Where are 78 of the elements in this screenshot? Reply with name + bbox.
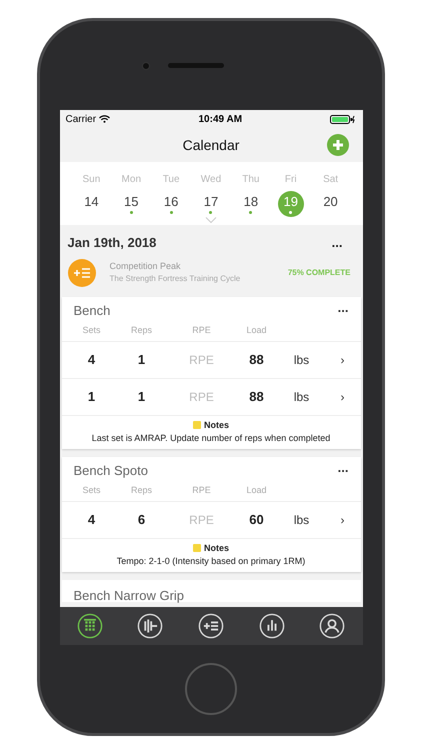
unit-label: lbs bbox=[294, 352, 310, 368]
date-cell[interactable]: 20 bbox=[318, 191, 344, 217]
chevron: › bbox=[340, 512, 346, 528]
load-value: 60 bbox=[249, 510, 264, 529]
program-icon bbox=[68, 258, 96, 286]
camera-icon bbox=[142, 62, 150, 70]
column-header: Load bbox=[246, 324, 267, 337]
load-value: 88 bbox=[249, 350, 264, 369]
programs-icon bbox=[198, 613, 224, 639]
program-name: Competition Peak bbox=[110, 260, 182, 273]
column-header: Sets bbox=[82, 324, 100, 337]
exercise-name: Bench bbox=[74, 302, 110, 320]
calendar-tab[interactable] bbox=[76, 613, 103, 639]
unit-label: lbs bbox=[294, 512, 310, 528]
calendar-icon bbox=[76, 613, 103, 639]
date-cell[interactable]: 14 bbox=[78, 191, 104, 217]
battery-icon bbox=[330, 114, 356, 124]
notes-label: Notes bbox=[204, 418, 229, 432]
column-header: Reps bbox=[130, 324, 152, 337]
programs-tab[interactable] bbox=[198, 613, 224, 639]
stats-icon bbox=[258, 613, 285, 639]
notes-text: Last set is AMRAP. Update number of reps when completed bbox=[92, 432, 330, 445]
weekday-label: Thu bbox=[242, 173, 260, 187]
weekday-label: Wed bbox=[200, 173, 222, 187]
chevron: › bbox=[340, 388, 346, 406]
clock: 10:49 AM bbox=[198, 112, 242, 126]
notes-text: Tempo: 2-1-0 (Intensity based on primary 1RM) bbox=[116, 555, 306, 568]
weekday-label: Mon bbox=[122, 173, 141, 187]
set-row[interactable]: 4 1 RPE 88 lbs › bbox=[62, 342, 360, 378]
day-title: Jan 19th, 2018 bbox=[68, 234, 156, 252]
column-header: Sets bbox=[82, 484, 100, 497]
carrier-label: Carrier bbox=[66, 112, 96, 126]
add-button[interactable] bbox=[326, 134, 348, 156]
speaker-icon bbox=[168, 63, 224, 68]
exercises-tab[interactable] bbox=[137, 613, 164, 639]
column-header: RPE bbox=[192, 324, 211, 337]
weekday-label: Sat bbox=[323, 173, 338, 187]
chevron: › bbox=[340, 352, 346, 368]
progress-label: 75% COMPLETE bbox=[288, 266, 352, 278]
date-cell[interactable]: 15 bbox=[118, 191, 144, 217]
nav-title: Calendar bbox=[182, 136, 240, 154]
more-button[interactable]: ... bbox=[332, 238, 354, 248]
notes-label: Notes bbox=[204, 542, 229, 554]
note-icon bbox=[192, 421, 201, 430]
exercise-name: Bench Spoto bbox=[74, 462, 148, 480]
date-cell[interactable]: 16 bbox=[158, 191, 184, 217]
note-icon bbox=[192, 544, 201, 552]
rpe-value: RPE bbox=[189, 352, 214, 368]
set-row[interactable]: 1 1 RPE 88 lbs › bbox=[62, 378, 360, 416]
exercise-name: Bench Narrow Grip bbox=[74, 588, 184, 602]
profile-icon bbox=[319, 613, 346, 639]
exercises-icon bbox=[137, 613, 164, 639]
column-header: Load bbox=[246, 484, 267, 497]
column-header: RPE bbox=[192, 484, 211, 497]
sets-value: 4 bbox=[88, 510, 96, 529]
stats-tab[interactable] bbox=[258, 613, 285, 639]
profile-tab[interactable] bbox=[319, 613, 346, 639]
sets-value: 1 bbox=[88, 388, 96, 406]
rpe-value: RPE bbox=[189, 512, 214, 528]
cycle-name: The Strength Fortress Training Cycle bbox=[110, 273, 242, 286]
reps-value: 1 bbox=[138, 388, 146, 406]
column-header: Reps bbox=[130, 484, 152, 497]
more-button[interactable]: ... bbox=[338, 463, 348, 478]
reps-value: 6 bbox=[138, 510, 146, 529]
weekday-label: Tue bbox=[162, 173, 180, 187]
load-value: 88 bbox=[249, 388, 264, 406]
date-cell[interactable]: 17 bbox=[198, 191, 224, 217]
sets-value: 4 bbox=[88, 350, 96, 369]
weekday-label: Fri bbox=[284, 173, 297, 187]
date-cell[interactable]: 18 bbox=[238, 191, 264, 217]
weekday-label: Sun bbox=[82, 173, 100, 187]
plus-icon bbox=[332, 139, 344, 151]
wifi-icon bbox=[99, 115, 110, 123]
set-row[interactable]: 4 6 RPE 60 lbs › bbox=[62, 502, 360, 538]
rpe-value: RPE bbox=[189, 388, 214, 406]
more-button[interactable]: ... bbox=[338, 303, 348, 318]
reps-value: 1 bbox=[138, 350, 146, 369]
unit-label: lbs bbox=[294, 388, 310, 406]
